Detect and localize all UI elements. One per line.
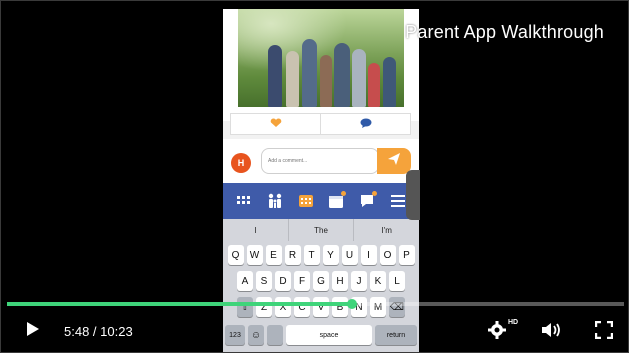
menu-icon[interactable]	[389, 192, 407, 210]
post-photo	[238, 9, 404, 107]
volume-icon	[540, 321, 566, 344]
comment-input[interactable]	[262, 154, 390, 168]
key[interactable]: J	[351, 271, 367, 291]
grid-icon[interactable]	[235, 192, 253, 210]
comment-button[interactable]	[320, 114, 410, 134]
fullscreen-button[interactable]	[593, 320, 615, 344]
video-player[interactable]: H Add a comment... I The I'm Q W E R T Y…	[0, 0, 629, 353]
play-icon	[26, 321, 40, 342]
reaction-bar	[230, 113, 411, 135]
post-card	[223, 9, 419, 121]
key[interactable]: T	[303, 245, 320, 265]
prediction-item[interactable]: I	[223, 219, 288, 241]
key[interactable]: A	[237, 271, 253, 291]
settings-button[interactable]	[485, 320, 509, 344]
key[interactable]: S	[256, 271, 272, 291]
notification-dot	[341, 191, 347, 196]
comment-field-wrapper	[261, 148, 390, 174]
key[interactable]: W	[246, 245, 263, 265]
hd-badge: HD	[508, 319, 519, 326]
key[interactable]: Y	[322, 245, 339, 265]
volume-button[interactable]	[539, 320, 567, 344]
play-button[interactable]	[23, 321, 43, 341]
fullscreen-icon	[594, 320, 614, 344]
key[interactable]: H	[332, 271, 348, 291]
chat-icon[interactable]	[358, 191, 377, 210]
calendar-icon[interactable]	[327, 191, 347, 210]
notification-dot	[371, 191, 377, 196]
comment-row: H	[223, 139, 419, 183]
send-icon	[387, 152, 401, 171]
key[interactable]: E	[265, 245, 282, 265]
key[interactable]: R	[284, 245, 301, 265]
comment-icon	[360, 115, 372, 133]
video-title: Parent App Walkthrough	[405, 22, 604, 42]
key[interactable]: D	[275, 271, 291, 291]
settings-icon	[487, 320, 507, 345]
keyboard-row-2: A S D F G H J K L	[223, 271, 419, 291]
keyboard-predictions: I The I'm	[223, 219, 419, 241]
player-controls: 5:48 / 10:23 HD	[1, 306, 628, 352]
keyboard-row-1: Q W E R T Y U I O P	[223, 245, 419, 265]
key[interactable]: G	[313, 271, 329, 291]
directory-icon[interactable]	[297, 192, 315, 210]
key[interactable]: U	[341, 245, 358, 265]
prediction-item[interactable]: The	[287, 219, 354, 241]
key[interactable]: O	[379, 245, 396, 265]
heart-icon	[270, 115, 282, 133]
key[interactable]: L	[389, 271, 405, 291]
key[interactable]: I	[360, 245, 377, 265]
prediction-item[interactable]: I'm	[353, 219, 419, 241]
key[interactable]: P	[398, 245, 415, 265]
avatar: H	[231, 153, 251, 173]
key[interactable]: F	[294, 271, 310, 291]
family-icon[interactable]	[266, 192, 284, 210]
send-button[interactable]	[377, 148, 411, 174]
side-drawer-handle[interactable]	[406, 170, 420, 220]
key[interactable]: K	[370, 271, 386, 291]
app-bottom-nav	[223, 183, 419, 219]
key[interactable]: Q	[227, 245, 244, 265]
time-display: 5:48 / 10:23	[64, 324, 133, 339]
heart-button[interactable]	[231, 114, 320, 134]
